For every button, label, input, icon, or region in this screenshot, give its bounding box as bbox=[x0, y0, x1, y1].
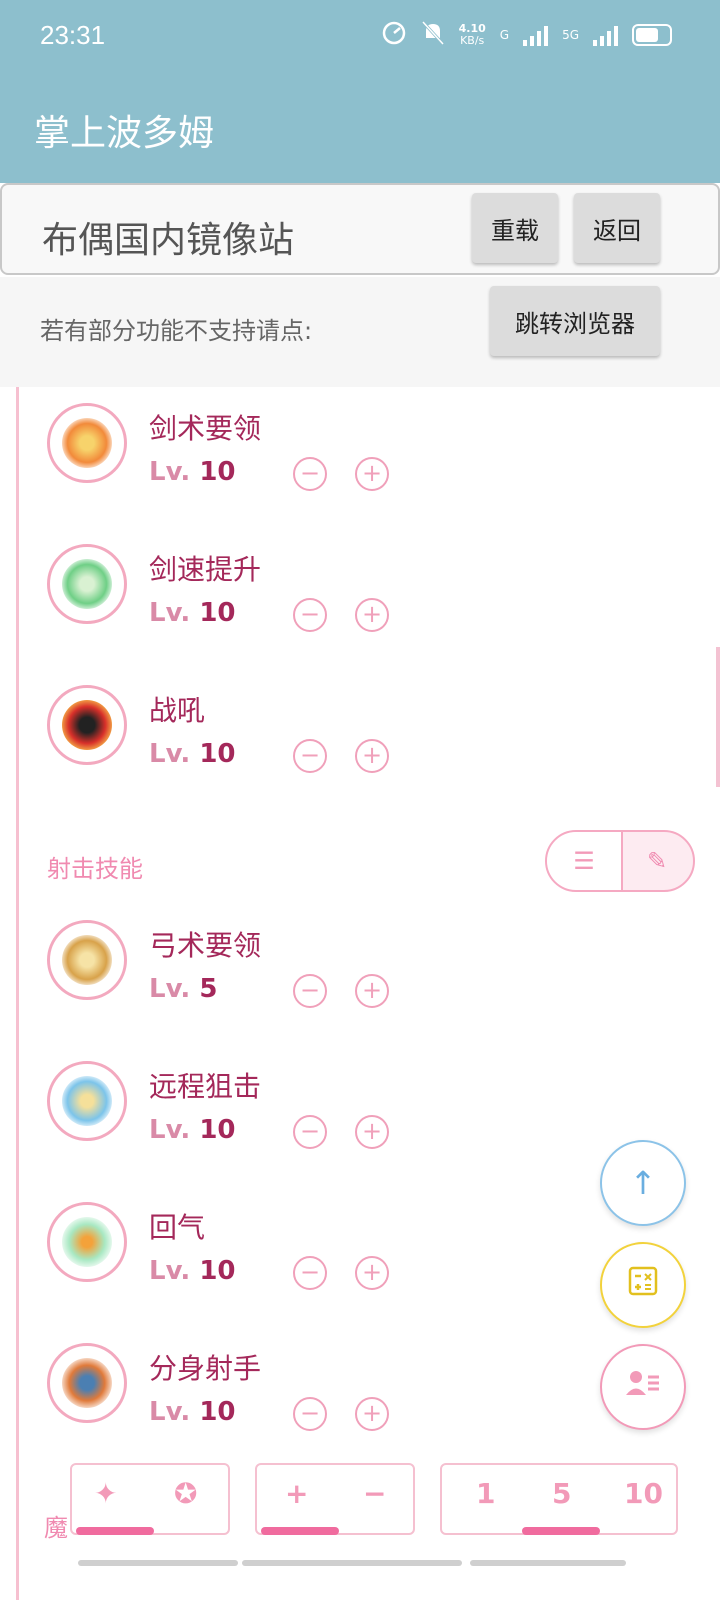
sword-speed-icon[interactable] bbox=[47, 544, 127, 624]
step-1-toggle[interactable]: 1 bbox=[476, 1477, 495, 1510]
increase-level-button[interactable]: + bbox=[355, 1397, 389, 1431]
signal-bars-icon bbox=[523, 24, 549, 46]
skill-level: Lv. 10 bbox=[149, 1256, 236, 1286]
skill-item: 分身射手 Lv. 10 − + bbox=[47, 1343, 467, 1433]
decrease-level-button[interactable]: − bbox=[293, 974, 327, 1008]
skill-level: Lv. 10 bbox=[149, 739, 236, 769]
active-indicator bbox=[261, 1527, 339, 1535]
active-indicator bbox=[522, 1527, 600, 1535]
nav-divider bbox=[242, 1560, 462, 1566]
skill-item: 战吼 Lv. 10 − + bbox=[47, 685, 467, 775]
back-button[interactable]: 返回 bbox=[574, 193, 660, 263]
nav-divider bbox=[470, 1560, 626, 1566]
skill-name: 分身射手 bbox=[149, 1352, 262, 1385]
skill-name: 回气 bbox=[149, 1211, 206, 1244]
recover-icon[interactable] bbox=[47, 1202, 127, 1282]
increase-level-button[interactable]: + bbox=[355, 1256, 389, 1290]
calculator-icon bbox=[627, 1265, 659, 1305]
decrease-level-button[interactable]: − bbox=[293, 739, 327, 773]
notice-row: 若有部分功能不支持请点: 跳转浏览器 bbox=[0, 277, 720, 387]
decrease-level-button[interactable]: − bbox=[293, 1115, 327, 1149]
skill-item: 弓术要领 Lv. 5 − + bbox=[47, 920, 467, 1010]
skill-item: 远程狙击 Lv. 10 − + bbox=[47, 1061, 467, 1151]
net2-label: 5G bbox=[562, 27, 579, 42]
arrow-up-icon: ↑ bbox=[629, 1164, 657, 1202]
scrollbar-thumb[interactable] bbox=[716, 647, 720, 787]
compass-icon[interactable]: ✪ bbox=[174, 1477, 197, 1510]
skill-item: 剑术要领 Lv. 10 − + bbox=[47, 403, 467, 493]
speedometer-icon bbox=[381, 20, 407, 49]
bow-icon[interactable] bbox=[47, 920, 127, 1000]
source-name: 布偶国内镜像站 bbox=[42, 220, 295, 261]
skill-name: 剑速提升 bbox=[149, 553, 262, 586]
app-title: 掌上波多姆 bbox=[34, 113, 215, 154]
step-toggle-group: 1 5 10 bbox=[440, 1463, 678, 1535]
increase-level-button[interactable]: + bbox=[355, 1115, 389, 1149]
calculator-button[interactable] bbox=[600, 1242, 686, 1328]
skill-name: 剑术要领 bbox=[149, 412, 262, 445]
increase-level-button[interactable]: + bbox=[355, 457, 389, 491]
skill-level: Lv. 10 bbox=[149, 1115, 236, 1145]
decrease-level-button[interactable]: − bbox=[293, 1256, 327, 1290]
notice-text: 若有部分功能不支持请点: bbox=[40, 317, 313, 345]
sword-icon[interactable] bbox=[47, 403, 127, 483]
skill-level: Lv. 5 bbox=[149, 974, 218, 1004]
signal-bars-5g-icon bbox=[593, 24, 618, 46]
decrease-level-button[interactable]: − bbox=[293, 1397, 327, 1431]
section-view-toggle: ☰ ✎ bbox=[545, 830, 695, 892]
skill-level: Lv. 10 bbox=[149, 598, 236, 628]
profile-button[interactable] bbox=[600, 1344, 686, 1430]
increase-level-button[interactable]: + bbox=[355, 974, 389, 1008]
profile-list-icon bbox=[625, 1368, 661, 1406]
warcry-icon[interactable] bbox=[47, 685, 127, 765]
section-title-partial: 魔 bbox=[44, 1514, 68, 1542]
net-speed: 4.10 KB/s bbox=[458, 21, 486, 47]
battery-icon bbox=[632, 23, 672, 46]
operation-toggle-group: + − bbox=[255, 1463, 415, 1535]
skill-item: 回气 Lv. 10 − + bbox=[47, 1202, 467, 1292]
list-icon[interactable]: ☰ bbox=[547, 832, 623, 890]
skill-item: 剑速提升 Lv. 10 − + bbox=[47, 544, 467, 634]
reload-button[interactable]: 重载 bbox=[472, 193, 558, 263]
minus-toggle[interactable]: − bbox=[363, 1477, 386, 1510]
sparkle-icon[interactable]: ✦ bbox=[94, 1477, 117, 1510]
active-indicator bbox=[76, 1527, 154, 1535]
net1-label: G bbox=[499, 27, 510, 42]
decrease-level-button[interactable]: − bbox=[293, 457, 327, 491]
open-browser-button[interactable]: 跳转浏览器 bbox=[490, 286, 660, 356]
app-header: 23:31 4.10 KB/s G 5G 掌上波多姆 bbox=[0, 0, 720, 183]
scroll-top-button[interactable]: ↑ bbox=[600, 1140, 686, 1226]
skill-name: 战吼 bbox=[149, 694, 206, 727]
mode-toggle-group: ✦ ✪ bbox=[70, 1463, 230, 1535]
mute-bell-icon bbox=[421, 20, 445, 49]
skill-name: 远程狙击 bbox=[149, 1070, 262, 1103]
decrease-level-button[interactable]: − bbox=[293, 598, 327, 632]
skill-level: Lv. 10 bbox=[149, 1397, 236, 1427]
step-5-toggle[interactable]: 5 bbox=[552, 1477, 571, 1510]
increase-level-button[interactable]: + bbox=[355, 598, 389, 632]
skill-level: Lv. 10 bbox=[149, 457, 236, 487]
source-bar: 布偶国内镜像站 重载 返回 bbox=[0, 183, 720, 275]
plus-toggle[interactable]: + bbox=[285, 1477, 308, 1510]
status-time: 23:31 bbox=[40, 20, 106, 50]
step-10-toggle[interactable]: 10 bbox=[624, 1477, 663, 1510]
section-title: 射击技能 bbox=[47, 855, 143, 883]
pencil-icon[interactable]: ✎ bbox=[621, 832, 693, 890]
skill-name: 弓术要领 bbox=[149, 929, 262, 962]
clone-archer-icon[interactable] bbox=[47, 1343, 127, 1423]
nav-divider bbox=[78, 1560, 238, 1566]
increase-level-button[interactable]: + bbox=[355, 739, 389, 773]
snipe-icon[interactable] bbox=[47, 1061, 127, 1141]
status-icons: 4.10 KB/s G 5G bbox=[381, 20, 672, 49]
